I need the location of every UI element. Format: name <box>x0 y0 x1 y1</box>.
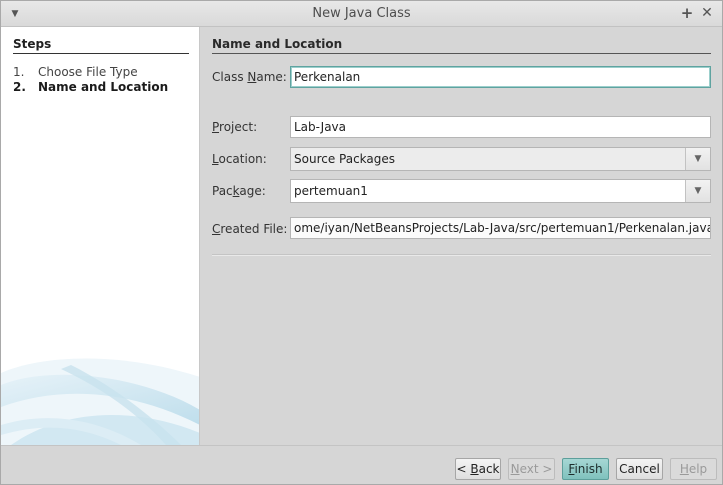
created-file-label: Created File: <box>212 222 287 236</box>
button-text: elp <box>688 462 708 476</box>
step-number: 1. <box>13 65 25 79</box>
label-text: Class <box>212 70 248 84</box>
step-name-and-location: 2. Name and Location <box>13 80 168 94</box>
location-label: Location: <box>212 152 267 166</box>
mnemonic: H <box>679 462 689 476</box>
cancel-button[interactable]: Cancel <box>616 458 663 480</box>
button-bar: < Back Next > Finish Cancel Help <box>1 445 722 484</box>
button-text: inish <box>574 462 603 476</box>
close-icon[interactable]: ✕ <box>700 4 714 22</box>
location-value: Source Packages <box>294 152 396 166</box>
project-label: Project: <box>212 120 257 134</box>
label-text: age: <box>239 184 266 198</box>
class-name-label: Class Name: <box>212 70 287 84</box>
label-text: ame: <box>256 70 287 84</box>
help-button[interactable]: Help <box>670 458 717 480</box>
steps-panel: Steps 1. Choose File Type 2. Name and Loca… <box>1 27 200 445</box>
finish-button[interactable]: Finish <box>562 458 609 480</box>
mnemonic: P <box>212 120 220 134</box>
back-button[interactable]: < Back <box>455 458 501 480</box>
label-text: Pac <box>212 184 233 198</box>
step-number: 2. <box>13 80 26 94</box>
title-bar[interactable]: ▼ New Java Class + ✕ <box>1 1 722 27</box>
section-title: Name and Location <box>212 37 711 54</box>
project-field[interactable]: Lab-Java <box>290 116 711 138</box>
class-name-field[interactable]: Perkenalan <box>290 66 711 88</box>
button-text: < <box>456 462 471 476</box>
chevron-down-icon[interactable]: ▼ <box>685 148 710 170</box>
package-value[interactable]: pertemuan1 <box>291 180 684 202</box>
next-button[interactable]: Next > <box>508 458 555 480</box>
mnemonic: B <box>470 462 479 476</box>
chevron-down-icon[interactable]: ▼ <box>685 180 710 202</box>
window-title: New Java Class <box>312 6 411 21</box>
divider <box>212 254 711 256</box>
location-combo[interactable]: Source Packages ▼ <box>290 147 711 171</box>
step-label: Choose File Type <box>38 65 138 79</box>
package-label: Package: <box>212 184 266 198</box>
label-text: ocation: <box>218 152 267 166</box>
new-java-class-dialog: ▼ New Java Class + ✕ Steps 1. Choose File… <box>0 0 723 485</box>
package-combo[interactable]: pertemuan1 ▼ <box>290 179 711 203</box>
step-choose-file-type: 1. Choose File Type <box>13 65 138 79</box>
label-text: reated File: <box>220 222 288 236</box>
button-text: ack <box>478 462 500 476</box>
main-content: Name and Location Class Name: Perkenalan… <box>201 27 722 445</box>
wizard-decoration-graphic <box>1 358 199 445</box>
created-file-field[interactable]: ome/iyan/NetBeansProjects/Lab-Java/src/p… <box>290 217 711 239</box>
steps-heading: Steps <box>13 37 189 54</box>
pin-icon[interactable]: + <box>680 4 694 22</box>
step-label: Name and Location <box>38 80 169 94</box>
label-text: roject: <box>219 120 258 134</box>
mnemonic: N <box>510 462 520 476</box>
button-text: ext > <box>519 462 553 476</box>
